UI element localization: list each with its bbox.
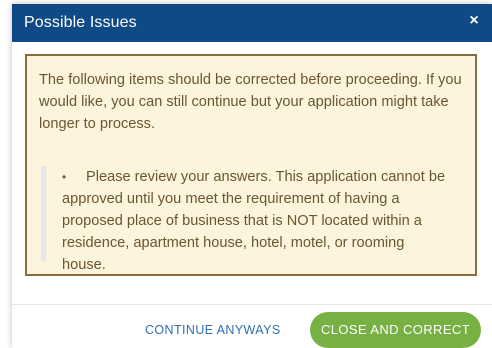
issue-list: • Please review your answers. This applic… <box>41 166 466 273</box>
possible-issues-dialog: Possible Issues × The following items sh… <box>12 4 492 348</box>
warning-alert: The following items should be corrected … <box>25 54 477 276</box>
warning-intro-text: The following items should be corrected … <box>39 72 462 132</box>
dialog-header: Possible Issues × <box>12 4 492 42</box>
bullet-icon: • <box>62 170 67 184</box>
issue-text: Please review your answers. This applica… <box>62 169 446 273</box>
dialog-body: The following items should be corrected … <box>12 42 492 304</box>
continue-anyways-button[interactable]: CONTINUE ANYWAYS <box>145 323 281 337</box>
close-and-correct-button[interactable]: CLOSE AND CORRECT <box>310 312 481 348</box>
dialog-footer: CONTINUE ANYWAYS CLOSE AND CORRECT <box>12 304 492 348</box>
close-icon[interactable]: × <box>466 12 482 30</box>
dialog-title: Possible Issues <box>24 14 137 31</box>
issue-item: • Please review your answers. This applic… <box>62 166 446 276</box>
